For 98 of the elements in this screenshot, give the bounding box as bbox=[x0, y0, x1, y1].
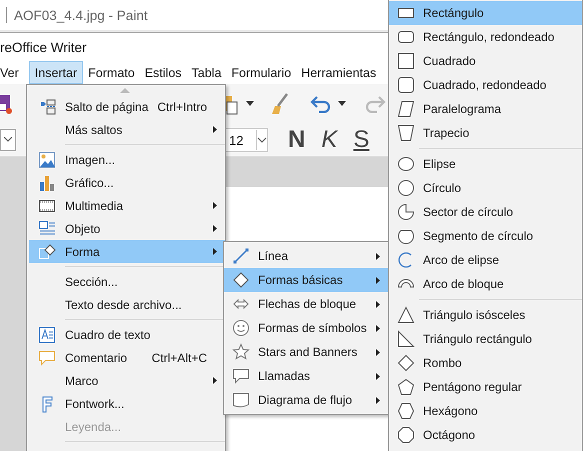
menu-item[interactable]: Rectángulo bbox=[389, 1, 582, 25]
circle-sector-icon bbox=[397, 203, 415, 221]
menu-item[interactable]: Trapecio bbox=[389, 121, 582, 145]
shapes-icon bbox=[38, 242, 56, 260]
save-icon[interactable] bbox=[0, 93, 12, 115]
menu-bar-item[interactable]: Herramientas bbox=[296, 61, 382, 84]
format-button[interactable]: K bbox=[321, 126, 338, 154]
submenu-arrow-icon bbox=[376, 348, 380, 356]
submenu-arrow-icon bbox=[376, 276, 380, 284]
menu-item[interactable]: Flechas de bloque bbox=[224, 292, 388, 316]
flowchart-icon bbox=[232, 391, 250, 409]
square-icon bbox=[397, 52, 415, 70]
right-triangle-icon bbox=[397, 330, 415, 348]
menu-item[interactable]: Elipse bbox=[389, 152, 582, 176]
menu-bar-item[interactable]: Formulario bbox=[226, 61, 296, 84]
circle-segment-icon bbox=[397, 227, 415, 245]
rounded-square-icon bbox=[397, 76, 415, 94]
menu-item[interactable]: Comentario Ctrl+Alt+C bbox=[29, 346, 225, 369]
dropdown-arrow-icon[interactable] bbox=[246, 101, 254, 107]
object-icon bbox=[38, 220, 56, 238]
font-size-field[interactable]: 12 bbox=[225, 128, 268, 152]
line-icon bbox=[232, 247, 250, 265]
menu-item[interactable]: Círculo bbox=[389, 176, 582, 200]
menu-item[interactable]: Triángulo isósceles bbox=[389, 303, 582, 327]
format-button[interactable]: N bbox=[288, 126, 306, 154]
menu-item[interactable]: Multimedia bbox=[29, 194, 225, 217]
menu-item[interactable]: Segmento de círculo bbox=[389, 224, 582, 248]
menu-bar-item[interactable]: Formato bbox=[83, 61, 140, 84]
submenu-arrow-icon bbox=[213, 248, 217, 255]
submenu-arrow-icon bbox=[376, 252, 380, 260]
menu-item[interactable]: Formas básicas bbox=[224, 268, 388, 292]
menu-item[interactable]: Cuadrado, redondeado bbox=[389, 73, 582, 97]
menu-item[interactable]: Marco bbox=[29, 369, 225, 392]
chevron-icon bbox=[4, 137, 12, 143]
chart-icon bbox=[38, 174, 56, 192]
submenu-arrow-icon bbox=[376, 324, 380, 332]
menu-item[interactable]: Cuadro de texto bbox=[29, 323, 225, 346]
menu-bar-item[interactable]: Tabla bbox=[186, 61, 226, 84]
menu-item[interactable]: Línea bbox=[224, 244, 388, 268]
menu-item[interactable]: Formas de símbolos bbox=[224, 316, 388, 340]
menu-item[interactable]: Octágono bbox=[389, 423, 582, 447]
triangle-icon bbox=[397, 306, 415, 324]
menu-item[interactable]: Gráfico... bbox=[29, 171, 225, 194]
menu-item[interactable]: Arco de bloque bbox=[389, 272, 582, 296]
text-box-icon bbox=[38, 326, 56, 344]
menu-bar-item[interactable]: Estilos bbox=[140, 61, 187, 84]
menu-item[interactable]: Llamadas bbox=[224, 364, 388, 388]
diamond-icon bbox=[397, 354, 415, 372]
menu-item[interactable]: Triángulo rectángulo bbox=[389, 327, 582, 351]
menu-item[interactable]: Hexágono bbox=[389, 399, 582, 423]
menu-item[interactable]: Diagrama de flujo bbox=[224, 388, 388, 412]
paintbrush-icon[interactable] bbox=[270, 93, 290, 115]
dropdown-arrow-icon[interactable] bbox=[338, 101, 346, 107]
menu-item[interactable]: Fontwork... bbox=[29, 392, 225, 415]
callout-icon bbox=[232, 367, 250, 385]
dropdown-field[interactable] bbox=[0, 129, 16, 151]
window-title: AOF03_4.4.jpg - Paint bbox=[14, 8, 148, 22]
menu-item[interactable]: Forma bbox=[29, 240, 225, 263]
menu-item[interactable]: Texto desde archivo... bbox=[29, 293, 225, 316]
submenu-arrow-icon bbox=[376, 372, 380, 380]
pentagon-icon bbox=[397, 378, 415, 396]
star-icon bbox=[232, 343, 250, 361]
menu-item[interactable]: Salto de página Ctrl+Intro bbox=[29, 95, 225, 118]
submenu-arrow-icon bbox=[213, 377, 217, 384]
window-title: reOffice Writer bbox=[0, 40, 87, 54]
hexagon-icon bbox=[397, 402, 415, 420]
undo-icon[interactable] bbox=[310, 95, 332, 113]
submenu-arrow-icon bbox=[213, 126, 217, 133]
menu-item[interactable]: Sección... bbox=[29, 270, 225, 293]
menu-item[interactable]: Objeto bbox=[29, 217, 225, 240]
page-break-icon bbox=[38, 98, 56, 116]
menu-item[interactable]: Imagen... bbox=[29, 148, 225, 171]
menu-bar-item[interactable]: Insertar bbox=[28, 61, 84, 84]
octagon-icon bbox=[397, 426, 415, 444]
menu-item[interactable]: Pentágono regular bbox=[389, 375, 582, 399]
menu-item[interactable]: Rectángulo, redondeado bbox=[389, 25, 582, 49]
ellipse-icon bbox=[397, 155, 415, 173]
submenu-arrow-icon bbox=[376, 396, 380, 404]
menu-item[interactable]: Arco de elipse bbox=[389, 248, 582, 272]
submenu-arrow-icon bbox=[213, 202, 217, 209]
format-button[interactable]: S bbox=[353, 126, 370, 154]
circle-icon bbox=[397, 179, 415, 197]
parallelogram-icon bbox=[397, 100, 415, 118]
submenu-arrow-icon bbox=[213, 225, 217, 232]
diamond-icon bbox=[232, 271, 250, 289]
menu-item[interactable]: Sector de círculo bbox=[389, 200, 582, 224]
menu-item[interactable]: Más saltos bbox=[29, 118, 225, 141]
smiley-icon bbox=[232, 319, 250, 337]
submenu-arrow-icon bbox=[376, 300, 380, 308]
menu-item[interactable]: Rombo bbox=[389, 351, 582, 375]
menu-bar-item[interactable]: Ver bbox=[0, 61, 24, 84]
image-icon bbox=[38, 150, 56, 168]
menu-item[interactable]: Paralelograma bbox=[389, 97, 582, 121]
comment-icon bbox=[38, 348, 56, 366]
rounded-rectangle-icon bbox=[397, 28, 415, 46]
menu-item[interactable]: Cuadrado bbox=[389, 49, 582, 73]
chevron-icon bbox=[256, 130, 267, 150]
menu-item[interactable]: Stars and Banners bbox=[224, 340, 388, 364]
